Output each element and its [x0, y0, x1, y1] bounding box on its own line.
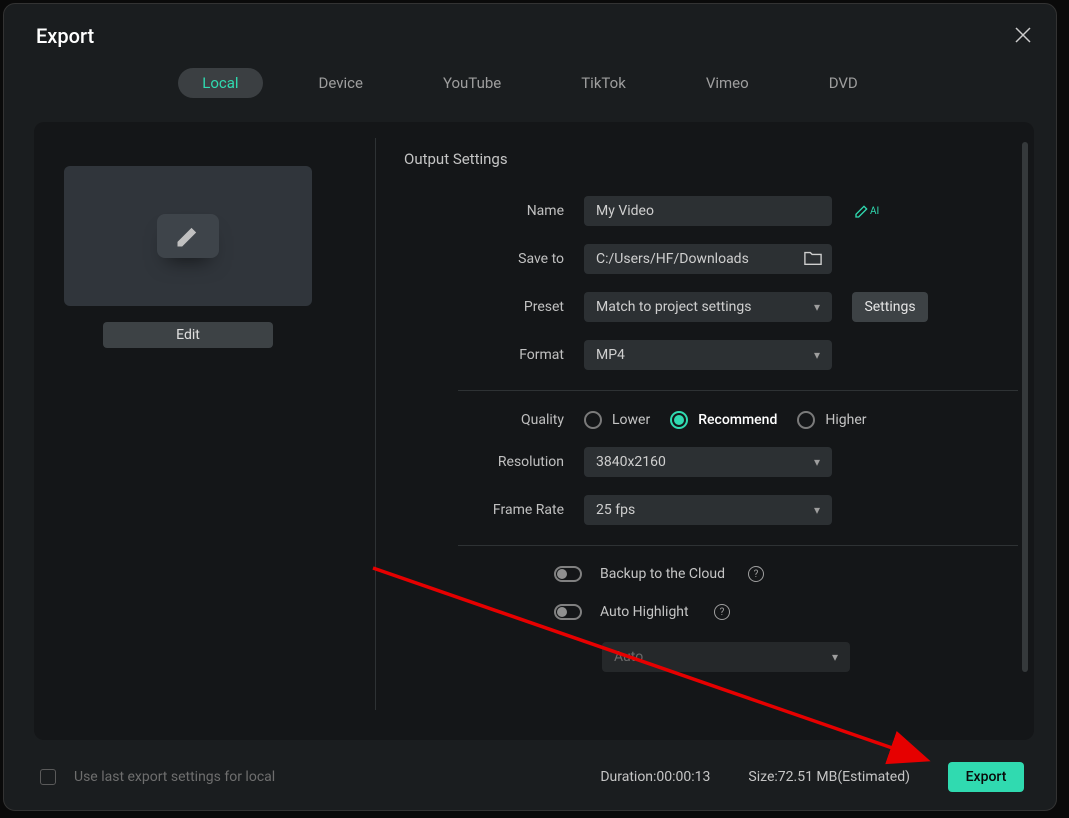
- tab-vimeo[interactable]: Vimeo: [682, 68, 773, 98]
- help-icon[interactable]: ?: [748, 566, 764, 582]
- quality-radio-group: Lower Recommend Higher: [584, 411, 867, 429]
- saveto-input[interactable]: [584, 244, 832, 274]
- auto-highlight-row: Auto Highlight ?: [554, 604, 1006, 620]
- use-last-settings-checkbox[interactable]: [40, 769, 56, 785]
- saveto-wrapper: [584, 244, 832, 274]
- quality-lower[interactable]: Lower: [584, 411, 650, 429]
- help-icon[interactable]: ?: [714, 604, 730, 620]
- chevron-down-icon: ▾: [814, 455, 820, 469]
- saveto-row: Save to: [404, 244, 1006, 274]
- radio-icon: [584, 411, 602, 429]
- export-dialog: Export Local Device YouTube TikTok Vimeo…: [3, 3, 1057, 811]
- thumbnail-edit-icon-box: [157, 214, 219, 258]
- preset-select[interactable]: Match to project settings ▾: [584, 292, 832, 322]
- right-panel: Output Settings Name AI Save to Prese: [376, 122, 1034, 740]
- preset-row: Preset Match to project settings ▾ Setti…: [404, 292, 1006, 322]
- radio-label: Recommend: [698, 412, 777, 428]
- size-text: Size:72.51 MB(Estimated): [748, 769, 910, 785]
- format-value: MP4: [596, 347, 625, 363]
- export-button[interactable]: Export: [948, 762, 1024, 792]
- content-area: Edit Output Settings Name AI Save to: [34, 122, 1034, 740]
- resolution-select[interactable]: 3840x2160 ▾: [584, 447, 832, 477]
- output-settings-title: Output Settings: [404, 150, 1006, 168]
- divider: [458, 545, 1018, 546]
- chevron-down-icon: ▾: [814, 348, 820, 362]
- format-select[interactable]: MP4 ▾: [584, 340, 832, 370]
- preset-value: Match to project settings: [596, 299, 751, 315]
- quality-higher[interactable]: Higher: [797, 411, 866, 429]
- quality-row: Quality Lower Recommend Higher: [404, 411, 1006, 429]
- ai-pencil-icon[interactable]: AI: [854, 203, 879, 219]
- chevron-down-icon: ▾: [814, 503, 820, 517]
- tab-device[interactable]: Device: [295, 68, 387, 98]
- backup-cloud-toggle[interactable]: [554, 566, 582, 582]
- backup-cloud-row: Backup to the Cloud ?: [554, 566, 1006, 582]
- chevron-down-icon: ▾: [832, 650, 838, 664]
- radio-label: Higher: [825, 412, 866, 428]
- quality-recommend[interactable]: Recommend: [670, 411, 777, 429]
- pencil-icon: [174, 222, 202, 250]
- framerate-row: Frame Rate 25 fps ▾: [404, 495, 1006, 525]
- left-panel: Edit: [34, 138, 376, 710]
- preset-settings-button[interactable]: Settings: [852, 292, 928, 322]
- format-label: Format: [404, 347, 584, 363]
- resolution-row: Resolution 3840x2160 ▾: [404, 447, 1006, 477]
- auto-highlight-toggle[interactable]: [554, 604, 582, 620]
- name-row: Name AI: [404, 196, 1006, 226]
- tab-local[interactable]: Local: [178, 68, 262, 98]
- auto-highlight-option-value: Auto: [614, 649, 643, 665]
- tab-tiktok[interactable]: TikTok: [557, 68, 650, 98]
- close-icon: [1014, 26, 1032, 44]
- radio-icon-selected: [670, 411, 688, 429]
- dialog-footer: Use last export settings for local Durat…: [4, 752, 1056, 810]
- divider: [458, 390, 1018, 391]
- dialog-title: Export: [36, 24, 94, 48]
- dialog-header: Export: [4, 4, 1056, 56]
- framerate-label: Frame Rate: [404, 502, 584, 518]
- resolution-value: 3840x2160: [596, 454, 666, 470]
- preset-label: Preset: [404, 299, 584, 315]
- resolution-label: Resolution: [404, 454, 584, 470]
- duration-text: Duration:00:00:13: [600, 769, 710, 785]
- edit-button[interactable]: Edit: [103, 322, 273, 348]
- format-row: Format MP4 ▾: [404, 340, 1006, 370]
- chevron-down-icon: ▾: [814, 300, 820, 314]
- folder-icon[interactable]: [804, 250, 822, 270]
- video-thumbnail[interactable]: [64, 166, 312, 306]
- tab-dvd[interactable]: DVD: [805, 68, 882, 98]
- auto-highlight-option-select: Auto ▾: [602, 642, 850, 672]
- use-last-settings-label: Use last export settings for local: [74, 769, 582, 785]
- export-tabs: Local Device YouTube TikTok Vimeo DVD: [4, 56, 1056, 114]
- framerate-value: 25 fps: [596, 502, 635, 518]
- close-button[interactable]: [1014, 24, 1032, 48]
- saveto-label: Save to: [404, 251, 584, 267]
- scrollbar[interactable]: [1022, 142, 1028, 672]
- framerate-select[interactable]: 25 fps ▾: [584, 495, 832, 525]
- radio-label: Lower: [612, 412, 650, 428]
- radio-icon: [797, 411, 815, 429]
- name-input[interactable]: [584, 196, 832, 226]
- backup-cloud-label: Backup to the Cloud: [600, 566, 730, 582]
- tab-youtube[interactable]: YouTube: [419, 68, 525, 98]
- name-label: Name: [404, 203, 584, 219]
- quality-label: Quality: [404, 412, 584, 428]
- auto-highlight-label: Auto Highlight: [600, 604, 696, 620]
